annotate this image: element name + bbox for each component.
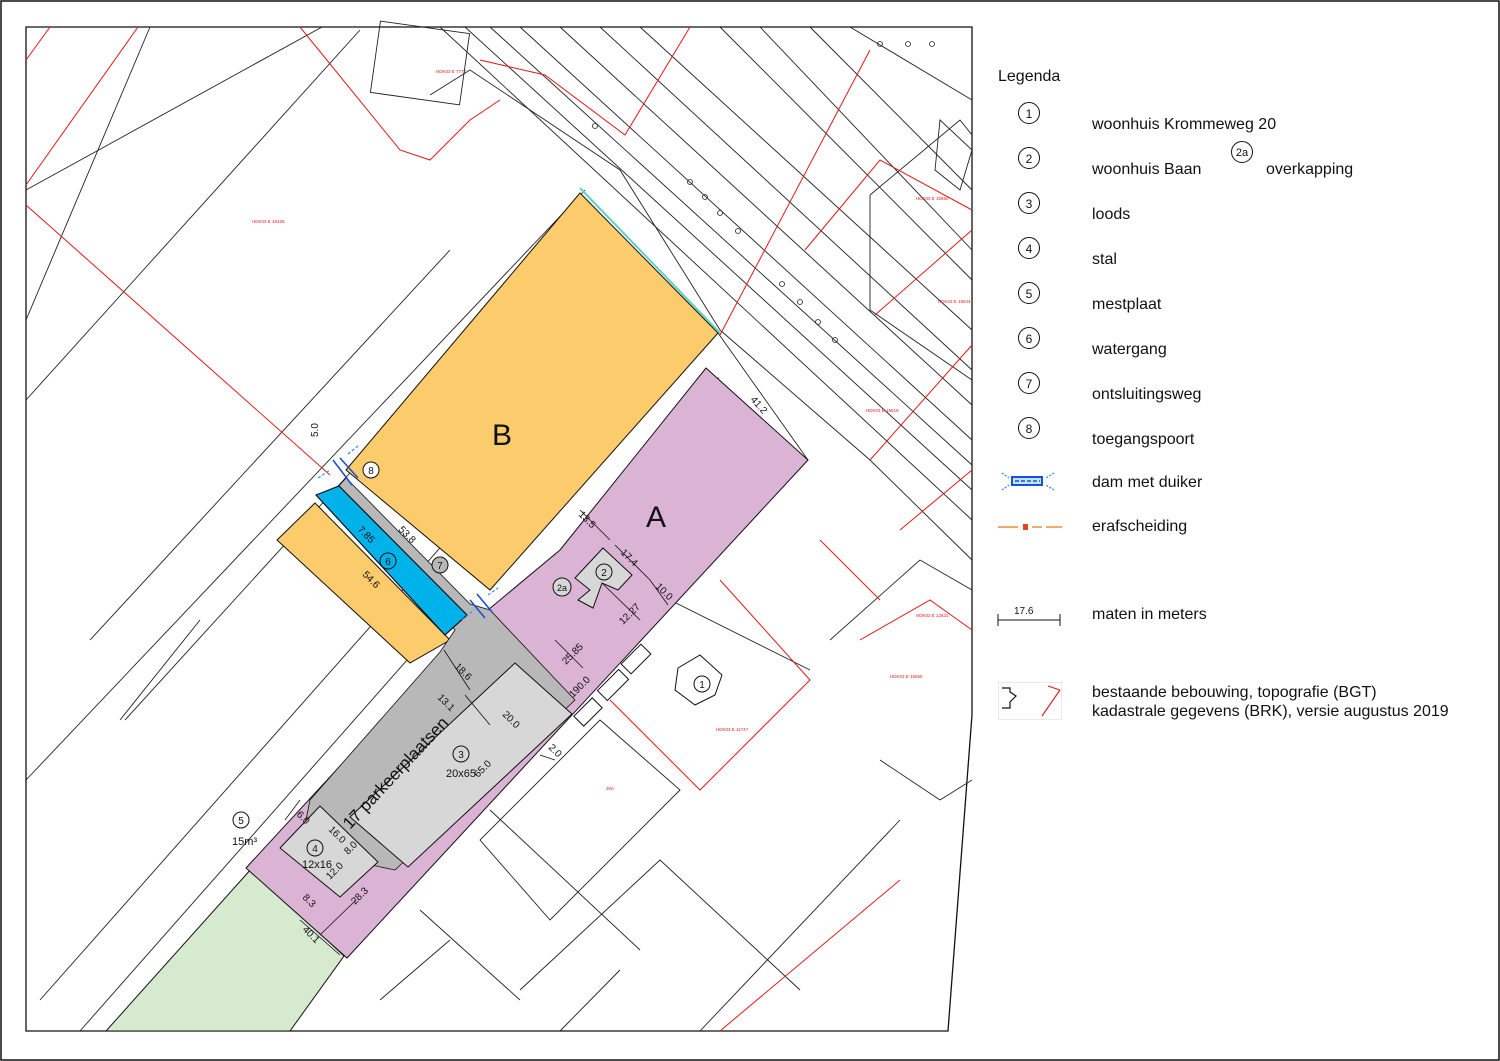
svg-text:HDK03 E 7777: HDK03 E 7777 <box>436 69 467 74</box>
marker-4-icon: 4 <box>1018 237 1040 259</box>
svg-text:HDK03 E 15650: HDK03 E 15650 <box>916 196 949 201</box>
scale-bar-value: 17.6 <box>1014 606 1034 617</box>
marker-1: 1 <box>693 675 711 693</box>
mestplaat-volume-label: 15m³ <box>232 836 257 848</box>
svg-text:4: 4 <box>312 844 318 855</box>
legend-title: Legenda <box>998 68 1061 85</box>
marker-7: 7 <box>431 556 449 574</box>
legend-item-woonhuis-baan: 2 woonhuis Baan 2a overkapping <box>990 141 1495 178</box>
legend-item-woonhuis-krommeweg: 1 woonhuis Krommeweg 20 <box>990 102 1495 133</box>
marker-2a-icon: 2a <box>1231 141 1253 163</box>
marker-7-icon: 7 <box>1018 372 1040 394</box>
erafscheiding-line-icon <box>998 524 1062 530</box>
area-label-a: A <box>646 501 666 534</box>
svg-text:HDK03 E 15644: HDK03 E 15644 <box>938 299 971 304</box>
marker-6-icon: 6 <box>1018 327 1040 349</box>
marker-5-icon: 5 <box>1018 282 1040 304</box>
legend-panel: Legenda 1 woonhuis Krommeweg 20 2 woonhu… <box>990 62 1495 762</box>
marker-3: 3 <box>452 745 470 763</box>
svg-text:HDK03 E 12631: HDK03 E 12631 <box>916 613 949 618</box>
marker-6: 6 <box>379 552 397 570</box>
area-label-b: B <box>492 419 512 452</box>
svg-text:HDK03 E 16425: HDK03 E 16425 <box>252 219 285 224</box>
svg-text:30A: 30A <box>606 786 614 791</box>
svg-text:1: 1 <box>699 680 705 691</box>
legend-item-stal: 4 stal <box>990 237 1495 268</box>
marker-8-icon: 8 <box>1018 417 1040 439</box>
svg-text:6: 6 <box>385 557 391 568</box>
legend-item-erafscheiding: erafscheiding <box>990 514 1495 544</box>
marker-2a: 2a <box>552 577 572 597</box>
marker-2-icon: 2 <box>1018 147 1040 169</box>
svg-text:3: 3 <box>458 750 464 761</box>
legend-item-toegangspoort: 8 toegangspoort <box>990 417 1495 448</box>
svg-text:8: 8 <box>368 466 374 477</box>
marker-5: 5 <box>232 811 250 829</box>
legend-item-bgt-brk: bestaande bebouwing, topografie (BGT) ka… <box>990 680 1495 724</box>
bgt-brk-icon <box>998 682 1062 720</box>
marker-2: 2 <box>595 563 613 581</box>
legend-item-loods: 3 loods <box>990 192 1495 223</box>
svg-text:2a: 2a <box>557 583 567 593</box>
marker-4: 4 <box>306 839 324 857</box>
svg-text:5: 5 <box>238 816 244 827</box>
legend-item-watergang: 6 watergang <box>990 327 1495 358</box>
loods-size-label: 20x65 <box>446 768 476 780</box>
legend-item-mestplaat: 5 mestplaat <box>990 282 1495 313</box>
legend-item-ontsluitingsweg: 7 ontsluitingsweg <box>990 372 1495 403</box>
marker-8: 8 <box>362 461 380 479</box>
legend-item-dam-met-duiker: dam met duiker <box>990 467 1495 497</box>
svg-text:HDK03 E 11747: HDK03 E 11747 <box>716 727 749 732</box>
svg-text:HDK03 E 15566: HDK03 E 15566 <box>890 674 923 679</box>
svg-text:7: 7 <box>437 561 443 572</box>
svg-text:5.0: 5.0 <box>310 423 321 437</box>
svg-text:2: 2 <box>601 568 607 579</box>
svg-text:HDK03 E 15519: HDK03 E 15519 <box>866 408 899 413</box>
legend-item-maten: 17.6 maten in meters <box>990 602 1495 632</box>
marker-1-icon: 1 <box>1018 102 1040 124</box>
dam-duiker-icon <box>1001 472 1055 491</box>
marker-3-icon: 3 <box>1018 192 1040 214</box>
stal-size-label: 12x16 <box>302 859 332 871</box>
